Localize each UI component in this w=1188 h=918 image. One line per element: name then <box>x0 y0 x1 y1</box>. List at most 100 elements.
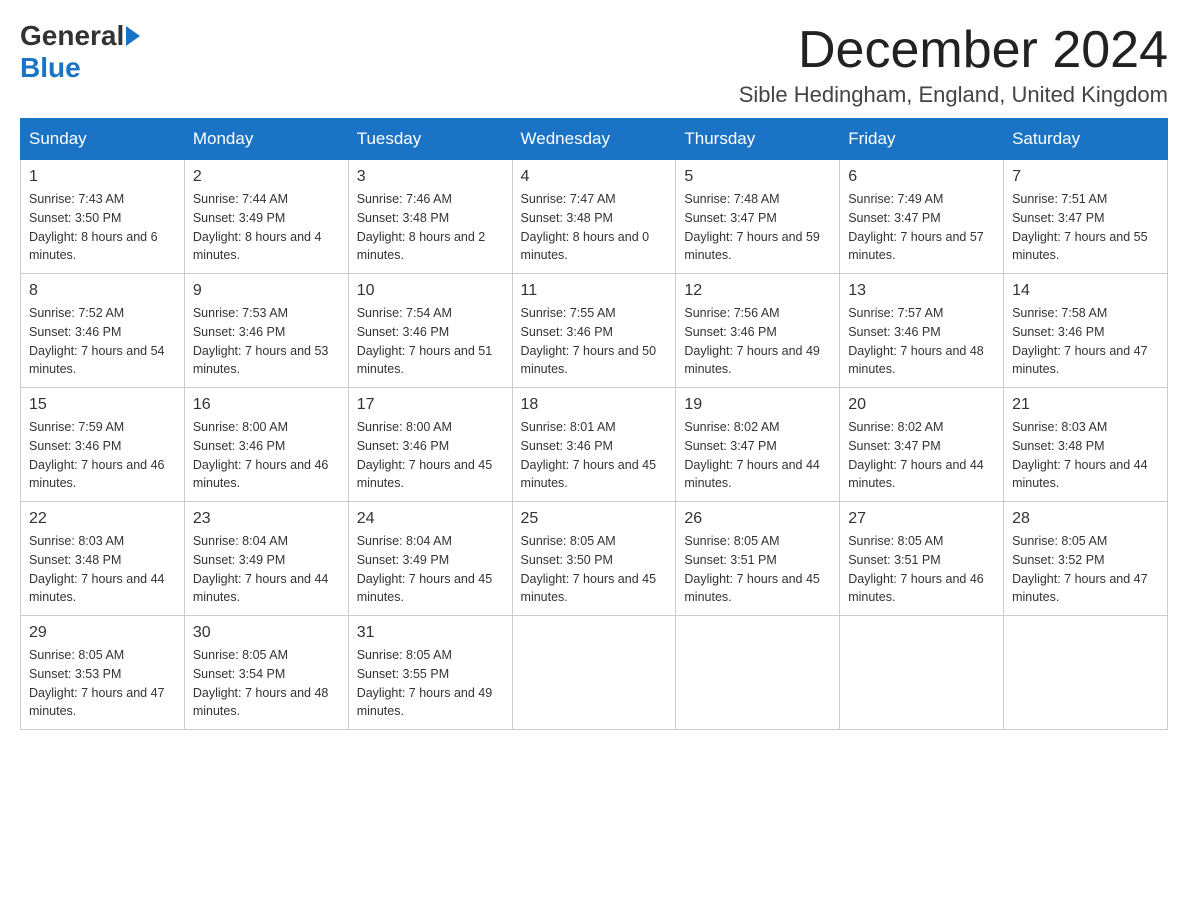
day-number: 24 <box>357 510 504 528</box>
day-info: Sunrise: 7:51 AMSunset: 3:47 PMDaylight:… <box>1012 190 1159 265</box>
calendar-cell: 28 Sunrise: 8:05 AMSunset: 3:52 PMDaylig… <box>1004 502 1168 616</box>
calendar-header-saturday: Saturday <box>1004 119 1168 160</box>
day-number: 10 <box>357 282 504 300</box>
calendar-week-row-2: 15 Sunrise: 7:59 AMSunset: 3:46 PMDaylig… <box>21 388 1168 502</box>
calendar-cell: 15 Sunrise: 7:59 AMSunset: 3:46 PMDaylig… <box>21 388 185 502</box>
page-header: General Blue December 2024 Sible Hedingh… <box>20 20 1168 108</box>
calendar-cell <box>676 616 840 730</box>
calendar-cell: 2 Sunrise: 7:44 AMSunset: 3:49 PMDayligh… <box>184 160 348 274</box>
calendar-week-row-4: 29 Sunrise: 8:05 AMSunset: 3:53 PMDaylig… <box>21 616 1168 730</box>
day-number: 1 <box>29 168 176 186</box>
day-info: Sunrise: 8:05 AMSunset: 3:51 PMDaylight:… <box>848 532 995 607</box>
day-info: Sunrise: 7:53 AMSunset: 3:46 PMDaylight:… <box>193 304 340 379</box>
day-number: 27 <box>848 510 995 528</box>
logo-blue-text: Blue <box>20 52 81 84</box>
day-info: Sunrise: 7:59 AMSunset: 3:46 PMDaylight:… <box>29 418 176 493</box>
day-number: 30 <box>193 624 340 642</box>
day-number: 17 <box>357 396 504 414</box>
calendar-cell: 4 Sunrise: 7:47 AMSunset: 3:48 PMDayligh… <box>512 160 676 274</box>
day-number: 13 <box>848 282 995 300</box>
calendar-cell: 8 Sunrise: 7:52 AMSunset: 3:46 PMDayligh… <box>21 274 185 388</box>
calendar-header-row: SundayMondayTuesdayWednesdayThursdayFrid… <box>21 119 1168 160</box>
day-info: Sunrise: 7:44 AMSunset: 3:49 PMDaylight:… <box>193 190 340 265</box>
day-info: Sunrise: 8:05 AMSunset: 3:50 PMDaylight:… <box>521 532 668 607</box>
day-number: 25 <box>521 510 668 528</box>
day-number: 21 <box>1012 396 1159 414</box>
calendar-cell: 31 Sunrise: 8:05 AMSunset: 3:55 PMDaylig… <box>348 616 512 730</box>
day-number: 15 <box>29 396 176 414</box>
day-info: Sunrise: 7:43 AMSunset: 3:50 PMDaylight:… <box>29 190 176 265</box>
calendar-cell: 22 Sunrise: 8:03 AMSunset: 3:48 PMDaylig… <box>21 502 185 616</box>
day-number: 6 <box>848 168 995 186</box>
day-info: Sunrise: 7:57 AMSunset: 3:46 PMDaylight:… <box>848 304 995 379</box>
calendar-cell: 10 Sunrise: 7:54 AMSunset: 3:46 PMDaylig… <box>348 274 512 388</box>
calendar-cell: 11 Sunrise: 7:55 AMSunset: 3:46 PMDaylig… <box>512 274 676 388</box>
calendar-cell: 17 Sunrise: 8:00 AMSunset: 3:46 PMDaylig… <box>348 388 512 502</box>
logo-general-text: General <box>20 20 124 52</box>
calendar-header-friday: Friday <box>840 119 1004 160</box>
calendar-header-thursday: Thursday <box>676 119 840 160</box>
day-info: Sunrise: 7:49 AMSunset: 3:47 PMDaylight:… <box>848 190 995 265</box>
calendar-header-monday: Monday <box>184 119 348 160</box>
day-info: Sunrise: 7:52 AMSunset: 3:46 PMDaylight:… <box>29 304 176 379</box>
day-info: Sunrise: 7:56 AMSunset: 3:46 PMDaylight:… <box>684 304 831 379</box>
day-number: 9 <box>193 282 340 300</box>
calendar-cell: 16 Sunrise: 8:00 AMSunset: 3:46 PMDaylig… <box>184 388 348 502</box>
title-area: December 2024 Sible Hedingham, England, … <box>739 20 1168 108</box>
calendar-cell: 26 Sunrise: 8:05 AMSunset: 3:51 PMDaylig… <box>676 502 840 616</box>
day-number: 19 <box>684 396 831 414</box>
day-info: Sunrise: 8:03 AMSunset: 3:48 PMDaylight:… <box>1012 418 1159 493</box>
day-info: Sunrise: 7:54 AMSunset: 3:46 PMDaylight:… <box>357 304 504 379</box>
calendar-header-tuesday: Tuesday <box>348 119 512 160</box>
day-number: 12 <box>684 282 831 300</box>
day-number: 16 <box>193 396 340 414</box>
day-info: Sunrise: 8:05 AMSunset: 3:53 PMDaylight:… <box>29 646 176 721</box>
calendar-cell <box>1004 616 1168 730</box>
day-info: Sunrise: 8:04 AMSunset: 3:49 PMDaylight:… <box>193 532 340 607</box>
day-info: Sunrise: 7:55 AMSunset: 3:46 PMDaylight:… <box>521 304 668 379</box>
calendar-cell: 6 Sunrise: 7:49 AMSunset: 3:47 PMDayligh… <box>840 160 1004 274</box>
calendar-cell: 14 Sunrise: 7:58 AMSunset: 3:46 PMDaylig… <box>1004 274 1168 388</box>
day-number: 11 <box>521 282 668 300</box>
calendar-cell: 1 Sunrise: 7:43 AMSunset: 3:50 PMDayligh… <box>21 160 185 274</box>
day-number: 20 <box>848 396 995 414</box>
calendar-header-wednesday: Wednesday <box>512 119 676 160</box>
calendar-cell: 7 Sunrise: 7:51 AMSunset: 3:47 PMDayligh… <box>1004 160 1168 274</box>
day-info: Sunrise: 8:00 AMSunset: 3:46 PMDaylight:… <box>193 418 340 493</box>
calendar-cell: 29 Sunrise: 8:05 AMSunset: 3:53 PMDaylig… <box>21 616 185 730</box>
day-number: 18 <box>521 396 668 414</box>
day-number: 7 <box>1012 168 1159 186</box>
day-info: Sunrise: 7:46 AMSunset: 3:48 PMDaylight:… <box>357 190 504 265</box>
day-info: Sunrise: 7:47 AMSunset: 3:48 PMDaylight:… <box>521 190 668 265</box>
logo: General Blue <box>20 20 142 84</box>
day-info: Sunrise: 8:05 AMSunset: 3:52 PMDaylight:… <box>1012 532 1159 607</box>
calendar-cell: 24 Sunrise: 8:04 AMSunset: 3:49 PMDaylig… <box>348 502 512 616</box>
day-info: Sunrise: 8:05 AMSunset: 3:54 PMDaylight:… <box>193 646 340 721</box>
calendar-week-row-1: 8 Sunrise: 7:52 AMSunset: 3:46 PMDayligh… <box>21 274 1168 388</box>
calendar-cell: 19 Sunrise: 8:02 AMSunset: 3:47 PMDaylig… <box>676 388 840 502</box>
day-number: 28 <box>1012 510 1159 528</box>
day-number: 14 <box>1012 282 1159 300</box>
calendar-cell: 5 Sunrise: 7:48 AMSunset: 3:47 PMDayligh… <box>676 160 840 274</box>
day-info: Sunrise: 8:01 AMSunset: 3:46 PMDaylight:… <box>521 418 668 493</box>
day-info: Sunrise: 8:04 AMSunset: 3:49 PMDaylight:… <box>357 532 504 607</box>
calendar-table: SundayMondayTuesdayWednesdayThursdayFrid… <box>20 118 1168 730</box>
calendar-cell: 25 Sunrise: 8:05 AMSunset: 3:50 PMDaylig… <box>512 502 676 616</box>
calendar-header-sunday: Sunday <box>21 119 185 160</box>
calendar-cell: 9 Sunrise: 7:53 AMSunset: 3:46 PMDayligh… <box>184 274 348 388</box>
day-number: 31 <box>357 624 504 642</box>
calendar-cell: 21 Sunrise: 8:03 AMSunset: 3:48 PMDaylig… <box>1004 388 1168 502</box>
calendar-cell: 20 Sunrise: 8:02 AMSunset: 3:47 PMDaylig… <box>840 388 1004 502</box>
day-info: Sunrise: 8:00 AMSunset: 3:46 PMDaylight:… <box>357 418 504 493</box>
day-info: Sunrise: 8:03 AMSunset: 3:48 PMDaylight:… <box>29 532 176 607</box>
calendar-cell: 13 Sunrise: 7:57 AMSunset: 3:46 PMDaylig… <box>840 274 1004 388</box>
calendar-cell <box>512 616 676 730</box>
day-number: 4 <box>521 168 668 186</box>
calendar-week-row-3: 22 Sunrise: 8:03 AMSunset: 3:48 PMDaylig… <box>21 502 1168 616</box>
calendar-cell: 12 Sunrise: 7:56 AMSunset: 3:46 PMDaylig… <box>676 274 840 388</box>
day-number: 5 <box>684 168 831 186</box>
day-number: 26 <box>684 510 831 528</box>
day-info: Sunrise: 8:02 AMSunset: 3:47 PMDaylight:… <box>684 418 831 493</box>
day-info: Sunrise: 7:58 AMSunset: 3:46 PMDaylight:… <box>1012 304 1159 379</box>
day-info: Sunrise: 7:48 AMSunset: 3:47 PMDaylight:… <box>684 190 831 265</box>
